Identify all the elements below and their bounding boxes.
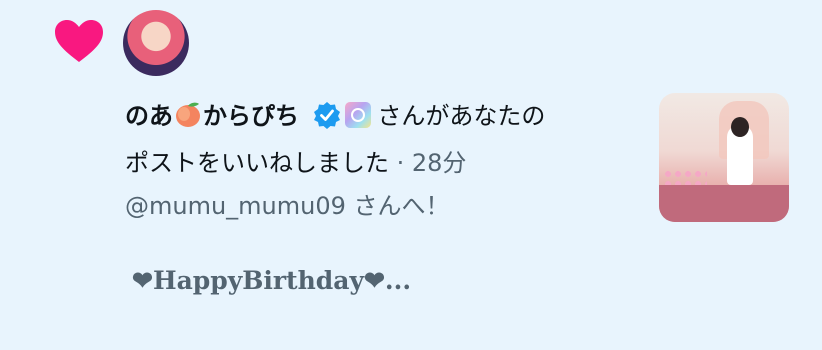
peach-icon xyxy=(176,102,200,127)
avatar[interactable] xyxy=(123,10,189,76)
notification-line-2: ポストをいいねしました · 28分 xyxy=(125,147,466,179)
thumbnail-head xyxy=(731,117,749,137)
tweet-preview[interactable]: ❤HappyBirthday❤... xyxy=(132,266,411,295)
heart-icon xyxy=(55,20,103,62)
time-separator: · xyxy=(389,149,412,177)
user-name-part1[interactable]: のあ xyxy=(125,102,173,130)
app-affiliate-icon xyxy=(345,102,372,128)
verified-badge-icon xyxy=(314,102,341,129)
notification-line-1: のあ からぴち さんがあなたの xyxy=(125,99,545,132)
thumbnail-table xyxy=(659,185,789,222)
media-thumbnail[interactable] xyxy=(659,93,789,222)
action-text: さんがあなたの xyxy=(377,102,546,130)
notification-target: @mumu_mumu09 さんへ！ xyxy=(125,192,450,220)
user-name-part2[interactable]: からぴち xyxy=(203,102,299,130)
user-name[interactable]: のあ からぴち xyxy=(125,102,307,130)
timestamp: 28分 xyxy=(411,149,467,177)
action-text-2: ポストをいいねしました xyxy=(125,149,389,177)
